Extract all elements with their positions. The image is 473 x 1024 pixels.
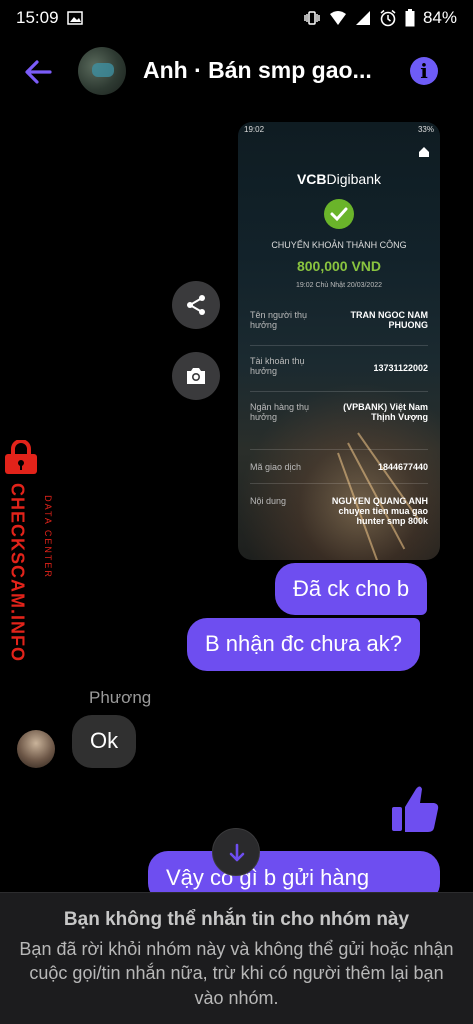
back-arrow-icon[interactable] bbox=[22, 56, 54, 88]
transfer-receipt-image[interactable]: 19:02 33% VCBDigibank CHUYỂN KHOẢN THÀNH… bbox=[238, 122, 440, 560]
lock-icon bbox=[5, 440, 37, 474]
row-value: TRAN NGOC NAM PHUONG bbox=[350, 310, 429, 330]
share-button[interactable] bbox=[172, 281, 220, 329]
row-label: Ngân hàng thụ hưởng bbox=[250, 402, 310, 422]
message-text: B nhận đc chưa ak? bbox=[205, 631, 402, 657]
watermark: DATA CENTER CHECKSCAM.INFO bbox=[0, 436, 60, 666]
transfer-amount: 800,000 VND bbox=[296, 258, 382, 274]
share-icon bbox=[187, 295, 205, 315]
receipt-row: Nội dung NGUYEN QUANG ANH chuyen tien mu… bbox=[250, 496, 428, 552]
signal-icon bbox=[355, 11, 370, 25]
alarm-icon bbox=[380, 9, 396, 27]
row-label: Nội dung bbox=[250, 496, 287, 506]
notice-heading: Bạn không thể nhắn tin cho nhóm này bbox=[63, 909, 410, 930]
battery-icon bbox=[405, 9, 415, 27]
camera-button[interactable] bbox=[172, 352, 220, 400]
receipt-status-bar: 19:02 33% bbox=[238, 122, 440, 138]
battery-percent: 84% bbox=[422, 8, 457, 27]
status-bar: 15:09 84% bbox=[0, 0, 473, 36]
wifi-icon bbox=[329, 11, 346, 26]
transfer-datetime: 19:02 Chủ Nhật 20/03/2022 bbox=[295, 282, 382, 289]
receipt-status-battery: 33% bbox=[417, 125, 434, 134]
home-icon bbox=[419, 147, 429, 157]
row-value: (VPBANK) Việt Nam Thịnh Vượng bbox=[343, 402, 428, 422]
transfer-headline: CHUYỂN KHOẢN THÀNH CÔNG bbox=[271, 240, 407, 250]
message-text: Ok bbox=[90, 728, 119, 754]
sender-avatar[interactable] bbox=[17, 730, 55, 768]
row-value: 13731122002 bbox=[373, 363, 428, 373]
chat-title[interactable]: Anh · Bán smp gao... bbox=[143, 57, 383, 84]
thumbs-up-icon[interactable] bbox=[390, 783, 440, 835]
arrow-down-icon bbox=[229, 843, 245, 862]
row-label: Mã giao dịch bbox=[250, 462, 302, 472]
camera-icon bbox=[187, 368, 205, 384]
receipt-row: Tên người thụ hưởng TRAN NGOC NAM PHUONG bbox=[250, 310, 428, 346]
brand-rest: Digibank bbox=[326, 171, 382, 187]
receipt-row: Tài khoản thụ hưởng 13731122002 bbox=[250, 356, 428, 392]
message-outgoing[interactable]: B nhận đc chưa ak? bbox=[187, 618, 420, 671]
message-text: Đã ck cho b bbox=[293, 575, 410, 601]
receipt-status-time: 19:02 bbox=[244, 125, 265, 134]
watermark-sub: DATA CENTER bbox=[43, 495, 53, 579]
chat-header: Anh · Bán smp gao... i bbox=[0, 36, 473, 108]
left-group-notice: Bạn không thể nhắn tin cho nhóm này Bạn … bbox=[0, 892, 473, 1024]
status-time: 15:09 bbox=[16, 8, 59, 27]
check-icon bbox=[324, 199, 354, 229]
row-value: NGUYEN QUANG ANH chuyen tien mua gao hun… bbox=[331, 496, 428, 526]
scroll-to-bottom-button[interactable] bbox=[212, 828, 260, 876]
bank-brand: VCBDigibank bbox=[238, 171, 440, 187]
brand-bold: VCB bbox=[296, 171, 327, 187]
image-icon bbox=[66, 11, 83, 25]
row-label: Tài khoản thụ hưởng bbox=[250, 356, 305, 376]
row-value: 1844677440 bbox=[377, 462, 428, 472]
receipt-row: Mã giao dịch 1844677440 bbox=[250, 462, 428, 484]
message-outgoing[interactable]: Đã ck cho b bbox=[275, 563, 428, 615]
sender-name: Phương bbox=[89, 688, 152, 707]
notice-body: Bạn đã rời khỏi nhóm này và không thể gử… bbox=[19, 939, 454, 1008]
row-label: Tên người thụ hưởng bbox=[250, 310, 307, 330]
receipt-row: Ngân hàng thụ hưởng (VPBANK) Việt Nam Th… bbox=[250, 402, 428, 450]
info-icon[interactable]: i bbox=[410, 57, 438, 85]
group-avatar[interactable] bbox=[78, 47, 126, 95]
message-incoming[interactable]: Ok bbox=[72, 715, 137, 768]
vibrate-icon bbox=[304, 11, 320, 25]
message-text: Vậy có gì b gửi hàng bbox=[166, 865, 370, 890]
watermark-main: CHECKSCAM.INFO bbox=[7, 483, 28, 662]
